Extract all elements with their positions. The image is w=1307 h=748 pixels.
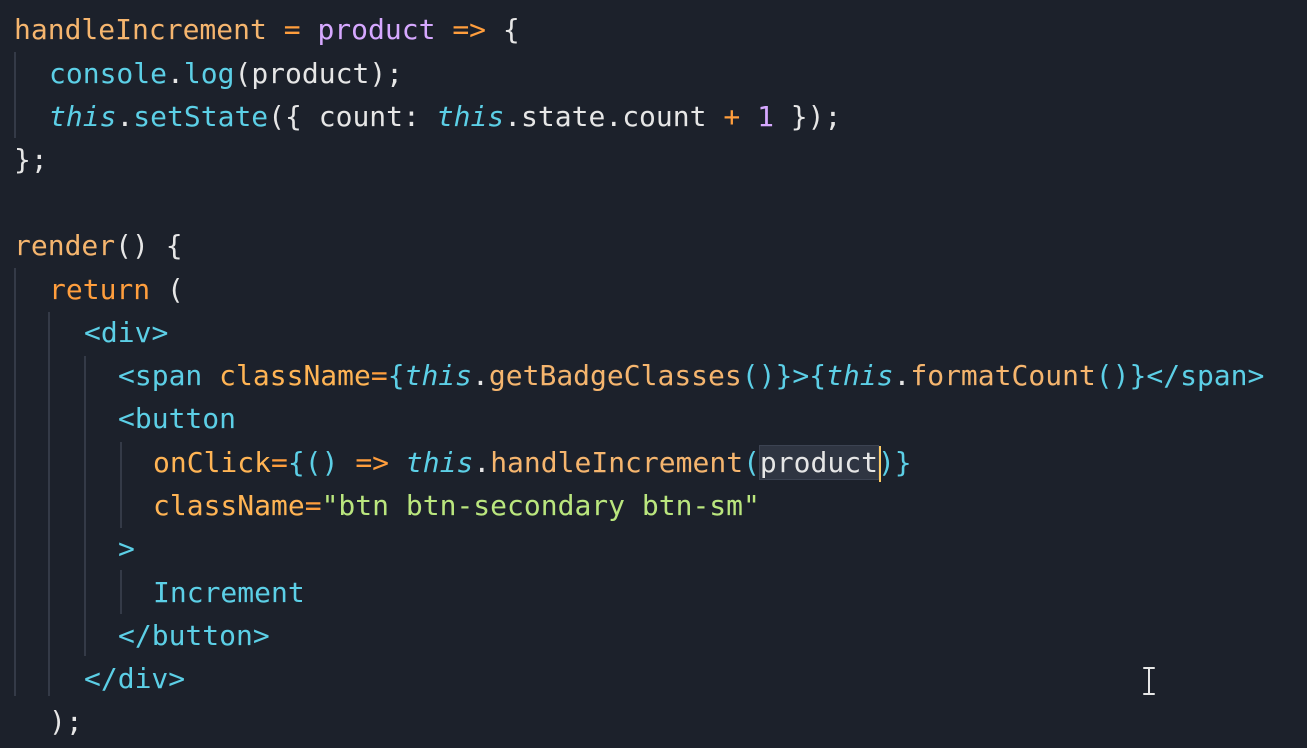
token-keyword-this: this xyxy=(826,359,894,392)
token-paren: ) xyxy=(877,446,895,479)
token-punctuation: : xyxy=(403,100,437,133)
token-keyword-this: this xyxy=(436,100,505,133)
token-jsx-tag-open: <button xyxy=(118,402,237,435)
code-line-7[interactable]: return ( xyxy=(0,268,184,311)
code-line-8[interactable]: <div> xyxy=(0,311,168,354)
token-function: setState xyxy=(133,100,269,133)
token-paren: () xyxy=(1095,359,1130,392)
token-punctuation: ); xyxy=(49,705,83,738)
token-operator: = xyxy=(271,446,288,479)
token-punctuation: . xyxy=(116,100,134,133)
token-punctuation: ( xyxy=(234,57,252,90)
token-parameter: product xyxy=(317,13,436,46)
token-keyword-this: this xyxy=(49,100,117,133)
token-operator: = xyxy=(304,489,322,522)
code-line-6[interactable]: render() { xyxy=(0,224,183,267)
token-string: "btn btn-secondary btn-sm" xyxy=(321,489,760,522)
code-line-17[interactable]: ); xyxy=(0,700,83,743)
token-brace: } xyxy=(775,359,793,392)
token-jsx-attribute: className xyxy=(219,359,371,392)
code-line-15[interactable]: </button> xyxy=(0,614,270,657)
token-jsx-tag-open: <span xyxy=(118,359,203,392)
token-punctuation: ({ xyxy=(268,100,319,133)
token-paren: () xyxy=(304,446,356,479)
token-property: state xyxy=(521,100,606,133)
token-keyword-return: return xyxy=(49,273,151,306)
token-brace: { xyxy=(809,359,827,392)
token-operator: + xyxy=(723,100,741,133)
token-paren: ( xyxy=(743,446,760,479)
token-punctuation: ( xyxy=(150,273,184,306)
token-method-name: handleIncrement xyxy=(14,13,267,46)
code-line-9[interactable]: <span className={this.getBadgeClasses()}… xyxy=(0,354,1264,397)
token-keyword-this: this xyxy=(404,359,473,392)
token-jsx-tag-close: </button xyxy=(118,619,253,652)
token-punctuation: () { xyxy=(115,229,183,262)
token-method-call: getBadgeClasses xyxy=(488,359,742,392)
token-jsx-bracket: > xyxy=(118,532,135,565)
token-jsx-tag-open: <div xyxy=(84,316,152,349)
token-punctuation: }; xyxy=(14,143,48,176)
token-method-name: render xyxy=(14,229,116,262)
code-line-13[interactable]: > xyxy=(0,527,135,570)
token-punctuation: . xyxy=(893,359,911,392)
token-identifier: console xyxy=(49,57,168,90)
token-punctuation: . xyxy=(472,359,489,392)
text-ibeam-cursor-icon xyxy=(1141,666,1157,696)
token-method-call: formatCount xyxy=(910,359,1096,392)
token-jsx-bracket: > xyxy=(792,359,810,392)
token-operator: = xyxy=(283,13,301,46)
token-punctuation: }); xyxy=(773,100,842,133)
token-operator: = xyxy=(370,359,388,392)
code-line-2[interactable]: console.log(product); xyxy=(0,52,403,95)
token-identifier: product xyxy=(251,57,370,90)
code-editor[interactable]: handleIncrement = product => { console.l… xyxy=(0,0,1307,748)
token-jsx-tag-close: </div xyxy=(84,662,169,695)
token-punctuation: . xyxy=(504,100,522,133)
code-line-12[interactable]: className="btn btn-secondary btn-sm" xyxy=(0,484,760,527)
token-brace: } xyxy=(1129,359,1147,392)
token-jsx-attribute: className xyxy=(153,489,305,522)
token-jsx-bracket: > xyxy=(151,316,169,349)
token-punctuation: . xyxy=(605,100,623,133)
token-punctuation: . xyxy=(473,446,491,479)
token-brace: { xyxy=(387,359,405,392)
token-jsx-text: Increment xyxy=(153,576,305,609)
token-number: 1 xyxy=(757,100,774,133)
token-arrow: => xyxy=(355,446,390,479)
token-punctuation: ); xyxy=(369,57,404,90)
code-line-3[interactable]: this.setState({ count: this.state.count … xyxy=(0,95,841,138)
token-jsx-attribute: onClick xyxy=(153,446,272,479)
token-paren: () xyxy=(741,359,776,392)
token-brace: { xyxy=(287,446,305,479)
token-property: count xyxy=(622,100,707,133)
code-line-4[interactable]: }; xyxy=(0,138,48,181)
token-keyword-this: this xyxy=(405,446,474,479)
code-line-16[interactable]: </div> xyxy=(0,657,185,700)
token-jsx-tag-close: </span xyxy=(1146,359,1248,392)
token-brace: } xyxy=(894,446,912,479)
code-line-1[interactable]: handleIncrement = product => { xyxy=(0,8,520,51)
token-jsx-bracket: > xyxy=(1247,359,1265,392)
code-line-10[interactable]: <button xyxy=(0,397,236,440)
token-jsx-bracket: > xyxy=(168,662,186,695)
code-line-11[interactable]: onClick={() => this.handleIncrement(prod… xyxy=(0,441,912,484)
code-line-14[interactable]: Increment xyxy=(0,571,305,614)
token-arrow: => xyxy=(452,13,487,46)
token-punctuation: . xyxy=(167,57,184,90)
token-argument-highlighted: product xyxy=(758,445,879,480)
token-property: count xyxy=(318,100,404,133)
token-punctuation: { xyxy=(486,13,520,46)
token-jsx-bracket: > xyxy=(252,619,270,652)
token-method-call: handleIncrement xyxy=(490,446,744,479)
token-function: log xyxy=(183,57,235,90)
